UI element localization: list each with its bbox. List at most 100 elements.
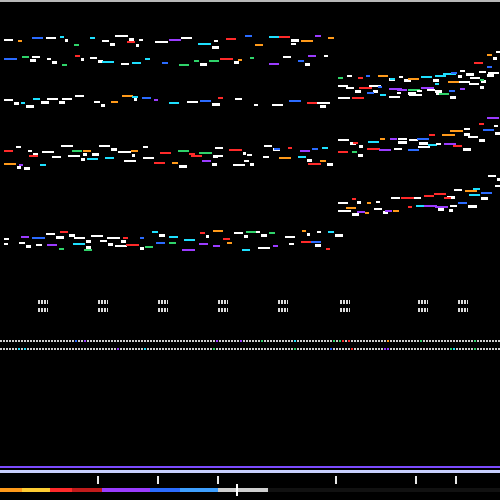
note-block [108, 243, 113, 246]
note-block [353, 141, 358, 144]
measure-tick-label [98, 300, 108, 304]
note-block [209, 60, 219, 62]
song-progress-bar[interactable] [0, 488, 500, 492]
grid-dot [318, 348, 320, 350]
note-block [305, 63, 310, 66]
grid-dot [9, 340, 11, 342]
note-block [32, 237, 45, 239]
note-block [199, 243, 208, 245]
note-block [285, 236, 295, 238]
note-block [21, 236, 29, 238]
grid-dot [447, 348, 449, 350]
grid-dot [63, 348, 65, 350]
grid-dot [81, 348, 83, 350]
grid-dot [225, 348, 227, 350]
note-block [155, 41, 168, 43]
note-block [254, 104, 258, 106]
timeline-marker[interactable] [335, 476, 337, 484]
grid-dot [342, 340, 344, 342]
note-block [460, 69, 465, 72]
note-block [449, 209, 453, 213]
note-block [346, 86, 354, 89]
note-block [75, 95, 84, 97]
grid-dot [0, 348, 2, 350]
timeline-marker[interactable] [97, 476, 99, 484]
grid-dot [342, 348, 344, 350]
note-block [132, 62, 141, 64]
grid-dot [375, 348, 377, 350]
note-block [60, 231, 68, 233]
grid-dot [57, 348, 59, 350]
note-block [41, 101, 49, 104]
grid-dot [330, 340, 332, 342]
playhead[interactable] [236, 484, 238, 496]
note-block [132, 96, 138, 98]
grid-dot [93, 340, 95, 342]
grid-dot [126, 348, 128, 350]
note-block [261, 234, 267, 237]
note-block [269, 63, 279, 65]
note-block [301, 40, 313, 42]
progress-segment [218, 488, 268, 492]
grid-dot [120, 340, 122, 342]
timeline-marker[interactable] [455, 476, 457, 484]
note-lanes-canvas[interactable] [0, 0, 500, 500]
measure-tick-label [458, 300, 468, 304]
grid-dot [210, 348, 212, 350]
note-block [60, 36, 64, 38]
note-block [242, 249, 250, 251]
grid-dot [21, 340, 23, 342]
note-block [226, 38, 236, 40]
grid-dot [303, 340, 305, 342]
note-block [274, 148, 280, 150]
note-block [198, 43, 211, 45]
grid-dot [297, 340, 299, 342]
grid-dot [195, 340, 197, 342]
note-block [264, 145, 272, 147]
grid-dot [216, 348, 218, 350]
grid-dot [477, 348, 479, 350]
grid-dot [357, 340, 359, 342]
grid-dot [51, 340, 53, 342]
grid-dot [333, 348, 335, 350]
grid-dot [459, 348, 461, 350]
note-block [279, 36, 290, 38]
grid-dot [9, 348, 11, 350]
grid-dot [396, 348, 398, 350]
grid-dot [405, 340, 407, 342]
grid-dot [318, 340, 320, 342]
note-block [30, 59, 36, 62]
note-block [21, 102, 25, 104]
note-block [28, 150, 32, 152]
grid-dot [474, 348, 476, 350]
grid-dot [492, 348, 494, 350]
grid-dot [324, 348, 326, 350]
grid-dot [231, 340, 233, 342]
grid-dot [273, 340, 275, 342]
grid-dot [381, 340, 383, 342]
grid-dot [378, 340, 380, 342]
note-block [263, 156, 269, 158]
grid-dot [285, 348, 287, 350]
note-block [26, 105, 34, 108]
grid-dot [51, 348, 53, 350]
note-block [409, 93, 422, 96]
note-block [380, 93, 386, 96]
grid-dot [177, 340, 179, 342]
note-block [427, 89, 435, 92]
note-block [466, 72, 474, 76]
note-block [46, 233, 55, 235]
note-block [444, 196, 451, 199]
timeline-marker[interactable] [217, 476, 219, 484]
note-block [16, 146, 21, 148]
grid-dot [231, 348, 233, 350]
timeline-marker[interactable] [415, 476, 417, 484]
grid-dot [12, 340, 14, 342]
grid-dot [39, 348, 41, 350]
note-block [453, 144, 462, 147]
timeline-bar[interactable] [0, 462, 500, 500]
timeline-marker[interactable] [157, 476, 159, 484]
note-block [359, 86, 372, 89]
measure-tick-label [38, 308, 48, 312]
grid-dot [435, 348, 437, 350]
